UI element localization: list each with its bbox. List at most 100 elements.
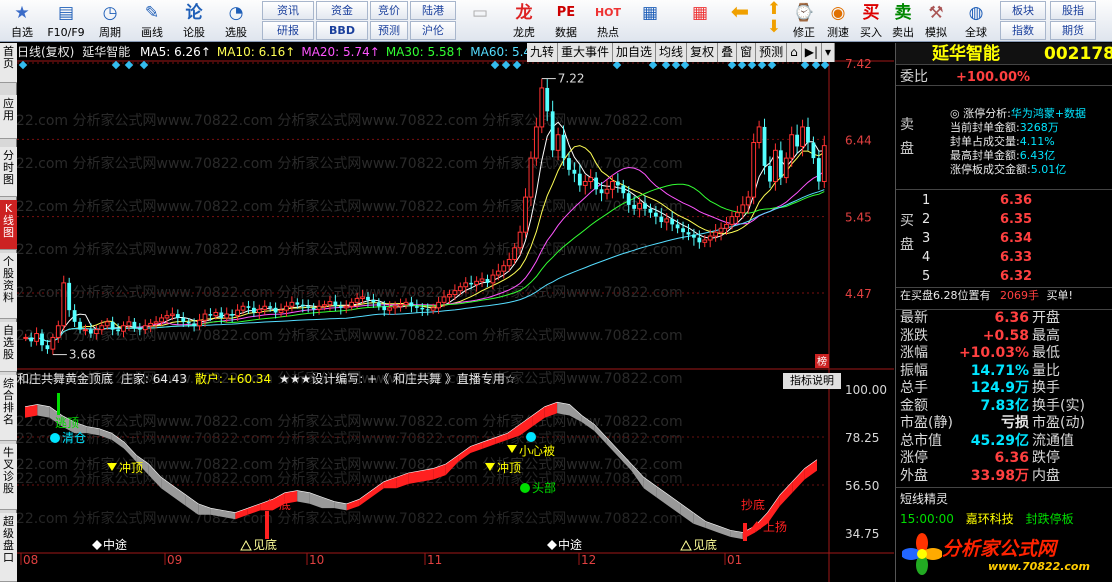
event-marker [648, 60, 658, 70]
tab-diagnosis[interactable]: 牛叉诊股 [0, 444, 17, 510]
tab-ranking[interactable]: 综合排名 [0, 375, 17, 441]
chart-tool-7[interactable]: 预测 [756, 43, 788, 62]
arrow-down-icon: ⬇ [766, 17, 782, 37]
candle-body [447, 294, 452, 298]
candle-body [186, 321, 191, 324]
fund-button[interactable]: 资金 [316, 1, 368, 20]
sprite-title: 短线精灵 [900, 492, 949, 506]
chart-tool-8[interactable]: ⌂ [787, 43, 802, 62]
candle-body [398, 304, 403, 307]
bid-row[interactable]: 2 6.35 [922, 210, 1112, 229]
research-button[interactable]: 研报 [262, 21, 314, 40]
candle-body [132, 321, 137, 329]
stat-label: 涨停 [900, 450, 928, 466]
event-marker [612, 60, 622, 70]
bid-row[interactable]: 5 6.32 [922, 267, 1112, 286]
hk-connect-button[interactable]: 陆港 [410, 1, 456, 20]
sector-button[interactable]: 板块 [1000, 1, 1046, 20]
bid-row[interactable]: 1 6.36 [922, 191, 1112, 210]
candle-body [251, 307, 256, 313]
favorites-button[interactable]: ★ 自选 [2, 0, 42, 42]
back-button[interactable]: ⬅ [722, 0, 758, 42]
limitup-concept[interactable]: 华为鸿蒙+数据 [1011, 107, 1086, 120]
candle-body [768, 165, 772, 182]
candle-body [506, 258, 512, 267]
tab-timeshare[interactable]: 分时图 [0, 147, 17, 197]
chart-tool-1[interactable]: 重大事件 [558, 43, 614, 62]
chart-tool-2[interactable]: 加自选 [613, 43, 657, 62]
clear-position-dot-2 [526, 432, 536, 442]
forecast-button[interactable]: 预测 [370, 21, 408, 40]
chart-tool-4[interactable]: 复权 [687, 43, 719, 62]
stock-screen-button[interactable]: ◔ 选股 [216, 0, 256, 42]
stats-row: 涨停 6.36 跌停 [896, 450, 1112, 468]
auction-button[interactable]: 竞价 [370, 1, 408, 20]
chart-tool-0[interactable]: 九转 [527, 43, 559, 62]
candle-body [148, 322, 154, 327]
candle-body [104, 321, 110, 327]
tab-watchlist[interactable]: 自选股 [0, 322, 17, 372]
stats-table: 最新 6.36 开盘 涨跌 +0.58 最高 涨幅 +10.03% 最低 振幅 14.71% 量比 总手… [896, 309, 1112, 485]
tab-super-quote[interactable]: 超级盘口 [0, 513, 17, 582]
candle-body [469, 282, 474, 285]
kline-chart[interactable]: 822.com 分析家公式网www.70822.com 分析家公式网www.70… [17, 43, 894, 582]
discuss-button[interactable]: 论论股 [174, 0, 214, 42]
bid-row[interactable]: 4 6.33 [922, 248, 1112, 267]
sprite-row[interactable]: 15:00:00 嘉环科技 封跌停板 [900, 510, 1074, 527]
chart-tool-10[interactable]: ▾ [822, 43, 836, 62]
month-label: 12 [581, 553, 596, 567]
buy-button[interactable]: 买买入 [856, 0, 886, 42]
blank-button[interactable]: ▭ [458, 0, 502, 42]
chart-tool-5[interactable]: 叠 [718, 43, 738, 62]
sell-icon: 卖 [894, 3, 912, 23]
f10-button[interactable]: ▤ F10/F9 [44, 0, 88, 42]
candle-body [675, 224, 680, 229]
tab-home[interactable]: 首页 [0, 43, 17, 83]
watermark-text: 822.com 分析家公式网www.70822.com 分析家公式网www.70… [17, 241, 683, 258]
candle-body [34, 333, 39, 342]
layout-button[interactable]: ▦ [680, 0, 720, 42]
ma-legend-item: MA30: 5.58↑ [385, 45, 465, 59]
chart-tool-6[interactable]: 窗 [737, 43, 757, 62]
tab-apps[interactable]: 应用 [0, 95, 17, 139]
period-button[interactable]: ◷ 周期 [90, 0, 130, 42]
tab-kline[interactable]: K线图 [0, 200, 17, 250]
chart-tool-9[interactable]: ▶| [802, 43, 823, 62]
fix-button[interactable]: ⌚ 修正 [788, 0, 820, 42]
candle-body [648, 208, 653, 213]
indicator-explain-button[interactable]: 指标说明 [783, 373, 841, 389]
candle-body [306, 306, 311, 308]
candle-body [545, 87, 550, 112]
candle-body [366, 296, 370, 301]
chart-tool-3[interactable]: 均线 [656, 43, 688, 62]
limitup-line-value: 6.43亿 [1019, 149, 1056, 162]
candle-body [202, 313, 208, 321]
speedtest-button[interactable]: ◉ 测速 [822, 0, 854, 42]
bid-row[interactable]: 3 6.34 [922, 229, 1112, 248]
stock-index-button[interactable]: 股指 [1050, 1, 1096, 20]
candle-body [778, 150, 783, 178]
data-button[interactable]: PE 数据 [546, 0, 586, 42]
futures-button[interactable]: 期货 [1050, 21, 1096, 40]
simulate-button[interactable]: ⚒ 模拟 [920, 0, 952, 42]
stat-right-label: 流通值 [1032, 432, 1074, 449]
bbd-button[interactable]: BBD [316, 21, 368, 40]
index-button[interactable]: 指数 [1000, 21, 1046, 40]
shanghai-london-button[interactable]: 沪伦 [410, 21, 456, 40]
candle-body [533, 126, 539, 159]
news-button[interactable]: 资讯 [262, 1, 314, 20]
tab-stock-info[interactable]: 个股资料 [0, 253, 17, 319]
sell-button[interactable]: 卖卖出 [888, 0, 918, 42]
candle-body [670, 218, 675, 225]
quote-stock-code: 002178 [1044, 44, 1112, 64]
global-button[interactable]: ◍ 全球 [956, 0, 996, 42]
hot-button[interactable]: HOT 热点 [588, 0, 628, 42]
dragon-tiger-button[interactable]: 龙龙虎 [504, 0, 544, 42]
up-button[interactable]: ⬆ ⬇ [760, 0, 788, 42]
draw-line-button[interactable]: ✎ 画线 [132, 0, 172, 42]
misc-button[interactable]: ▦ [632, 0, 668, 42]
watermark-text: 822.com 分析家公式网www.70822.com 分析家公式网www.70… [17, 112, 683, 129]
stat-label: 外盘 [900, 467, 928, 484]
bid-price: 6.33 [1000, 250, 1033, 265]
candle-body [67, 282, 72, 311]
